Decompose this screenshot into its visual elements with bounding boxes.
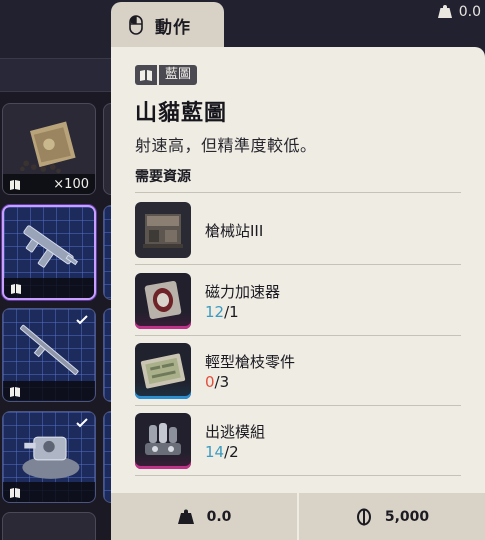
required-count: 2	[229, 443, 239, 461]
inventory-slot[interactable]	[2, 411, 96, 503]
resource-name: 磁力加速器	[205, 283, 281, 301]
item-detail-panel: 藍圖 山貓藍圖 射速高，但精準度較低。 需要資源 槍械站III 磁力加速器 12…	[111, 47, 485, 540]
required-count: 3	[219, 373, 230, 391]
resource-quantity: 12/1	[205, 303, 239, 321]
footer-weight: 0.0	[111, 493, 297, 540]
escape-module-icon	[145, 423, 181, 455]
resource-thumbnail	[135, 413, 191, 469]
slot-count: ×100	[53, 176, 89, 192]
weight-icon	[177, 509, 194, 524]
blueprint-icon	[140, 70, 152, 81]
resource-name: 出逃模組	[205, 423, 266, 441]
resource-quantity: 0/3	[205, 373, 229, 391]
slot-footer: ×100	[3, 174, 95, 194]
slot-footer	[3, 482, 95, 502]
footer-price: 5,000	[299, 493, 485, 540]
gun-bench-icon	[143, 214, 183, 248]
requirements-heading: 需要資源	[135, 169, 191, 185]
blueprint-icon	[10, 386, 20, 397]
top-weight-readout: 0.0	[437, 2, 481, 22]
divider	[135, 192, 461, 193]
coin-icon	[356, 508, 371, 525]
top-weight-value: 0.0	[458, 4, 481, 20]
required-count: 1	[229, 303, 239, 321]
item-description: 射速高，但精準度較低。	[135, 136, 317, 155]
resource-row: 出逃模組 14/2	[135, 413, 461, 469]
badge-icon-box	[135, 65, 157, 85]
owned-count: 12	[205, 303, 225, 321]
owned-count: 14	[205, 443, 225, 461]
resource-name: 輕型槍枝零件	[205, 353, 296, 371]
item-title: 山貓藍圖	[135, 101, 228, 126]
rifle-blueprint-icon	[20, 324, 79, 375]
resource-row: 磁力加速器 12/1	[135, 273, 461, 329]
resource-thumbnail	[135, 202, 191, 258]
footer-weight-value: 0.0	[206, 508, 232, 525]
divider	[135, 475, 461, 476]
resource-row: 輕型槍枝零件 0/3	[135, 343, 461, 399]
smg-blueprint-icon	[23, 225, 79, 268]
divider	[135, 264, 461, 265]
resource-quantity: 14/2	[205, 443, 239, 461]
turret-blueprint-icon	[22, 436, 80, 479]
weight-icon	[437, 5, 452, 18]
supply-bag-icon	[20, 121, 76, 174]
inventory-slot[interactable]	[2, 512, 96, 540]
panel-footer: 0.0 5,000	[111, 493, 485, 540]
owned-count: 0	[205, 373, 215, 391]
blueprint-badge-label: 藍圖	[159, 65, 198, 85]
resource-thumbnail	[135, 273, 191, 329]
footer-price-value: 5,000	[384, 508, 430, 525]
resource-name: 槍械站III	[205, 222, 264, 240]
resource-thumbnail	[135, 343, 191, 399]
actions-tab-label: 動作	[155, 17, 191, 38]
inventory-slot[interactable]	[2, 308, 96, 402]
mouse-icon	[129, 15, 143, 35]
blueprint-icon	[10, 487, 20, 498]
blueprint-icon	[11, 283, 21, 294]
light-gun-parts-icon	[140, 353, 186, 389]
inventory-slot[interactable]: ×100	[2, 103, 96, 195]
divider	[135, 335, 461, 336]
actions-tab[interactable]: 動作	[111, 2, 224, 48]
inventory-slot-selected[interactable]	[2, 205, 96, 300]
resource-row: 槍械站III	[135, 202, 461, 258]
slot-footer	[4, 278, 94, 298]
blueprint-badge: 藍圖	[135, 65, 198, 85]
divider	[135, 405, 461, 406]
blueprint-icon	[10, 179, 20, 190]
slot-footer	[3, 381, 95, 401]
magnetic-accelerator-icon	[144, 280, 182, 320]
